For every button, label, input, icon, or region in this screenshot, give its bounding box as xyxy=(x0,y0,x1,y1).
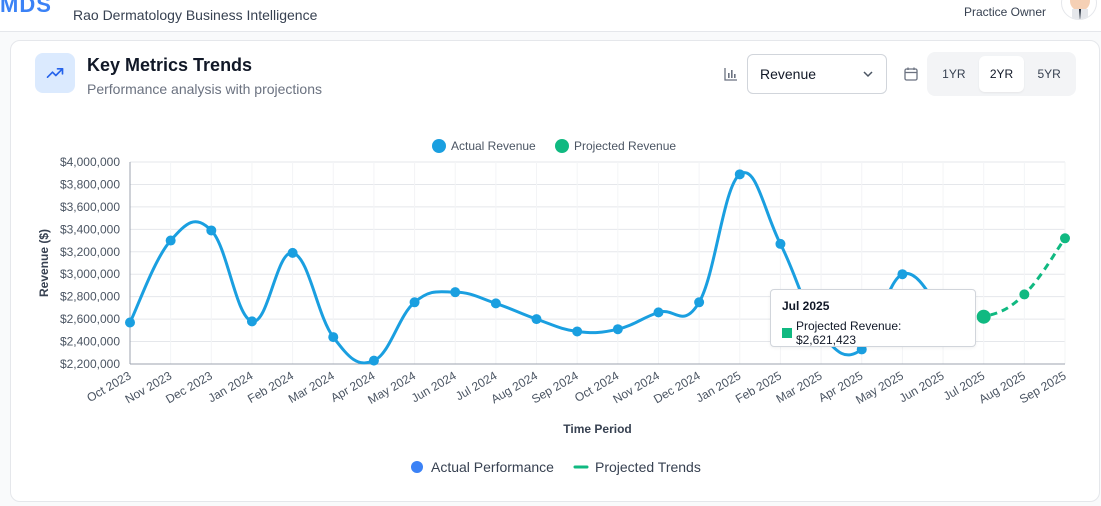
projected-point xyxy=(1060,233,1070,244)
x-tick-label: Dec 2023 xyxy=(163,368,215,406)
legend-projected-marker xyxy=(555,139,569,153)
legend-actual-marker xyxy=(432,139,446,153)
tooltip-title: Jul 2025 xyxy=(782,299,830,313)
y-tick-label: $3,400,000 xyxy=(60,222,120,236)
tooltip-row: Projected Revenue: $2,621,423 xyxy=(782,319,964,347)
y-tick-label: $3,800,000 xyxy=(60,177,120,191)
y-tick-label: $4,000,000 xyxy=(60,155,120,169)
chart-tooltip: Jul 2025 Projected Revenue: $2,621,423 xyxy=(770,289,976,347)
actual-point xyxy=(734,169,745,180)
actual-point xyxy=(165,235,176,246)
tooltip-label: Projected Revenue: $2,621,423 xyxy=(795,319,902,347)
x-tick-label: Mar 2025 xyxy=(774,368,825,406)
y-axis-label: Revenue ($) xyxy=(37,229,51,297)
projected-point xyxy=(1019,289,1030,300)
legend-performance-label: Actual Performance xyxy=(431,459,554,475)
x-axis-label: Time Period xyxy=(563,422,631,436)
actual-point xyxy=(531,314,542,325)
actual-point xyxy=(287,247,298,258)
actual-point xyxy=(328,332,339,343)
actual-point xyxy=(694,297,705,308)
legend-actual-label: Actual Revenue xyxy=(451,139,536,153)
tooltip-swatch xyxy=(782,328,792,338)
x-tick-label: Sep 2025 xyxy=(1017,368,1069,406)
actual-point xyxy=(409,297,420,308)
actual-point xyxy=(572,326,583,337)
x-tick-label: Jun 2025 xyxy=(897,368,947,405)
y-tick-label: $2,200,000 xyxy=(60,357,120,371)
x-tick-label: Dec 2024 xyxy=(651,368,703,406)
actual-point xyxy=(653,307,664,318)
y-tick-label: $2,800,000 xyxy=(60,290,120,304)
y-tick-label: $3,000,000 xyxy=(60,267,120,281)
revenue-chart: $2,200,000 $2,400,000 $2,600,000 $2,800,000… xyxy=(37,139,1070,475)
x-tick-label: Mar 2024 xyxy=(286,368,337,406)
legend-projected-label: Projected Revenue xyxy=(574,139,676,153)
actual-point xyxy=(368,355,379,366)
legend-performance-marker xyxy=(411,461,423,473)
y-tick-label: $2,400,000 xyxy=(60,335,120,349)
y-tick-label: $3,200,000 xyxy=(60,245,120,259)
actual-point xyxy=(490,298,501,309)
x-tick-label: Sep 2024 xyxy=(529,368,581,406)
legend-trends-label: Projected Trends xyxy=(595,459,701,475)
y-tick-label: $2,600,000 xyxy=(60,312,120,326)
actual-point xyxy=(775,238,786,249)
actual-point xyxy=(612,324,623,335)
actual-point xyxy=(246,316,257,327)
actual-point xyxy=(206,225,217,236)
actual-point xyxy=(450,287,461,298)
projected-point-active xyxy=(976,309,991,324)
actual-point xyxy=(897,269,908,280)
actual-point xyxy=(125,317,135,328)
x-tick-label: Jun 2024 xyxy=(409,368,459,405)
y-tick-label: $3,600,000 xyxy=(60,200,120,214)
